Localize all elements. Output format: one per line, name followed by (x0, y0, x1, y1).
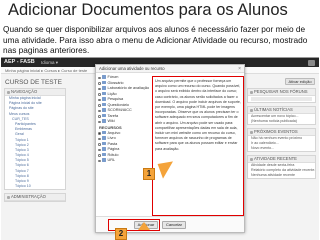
radio-icon[interactable] (98, 143, 101, 146)
radio-icon[interactable] (98, 154, 101, 157)
radio-icon[interactable] (98, 82, 101, 85)
activity-option-label: Laboratório de avaliação (107, 86, 150, 90)
right-block: PRÓXIMOS EVENTOS Não há nenhum evento pró… (247, 128, 316, 152)
module-icon (102, 75, 106, 79)
radio-icon[interactable] (98, 87, 101, 90)
activity-option-label: Rótulo (107, 152, 119, 157)
activity-option-label: Wiki (107, 119, 115, 123)
activity-description: Um arquivo permite que o professor forne… (152, 76, 244, 216)
navigation-block-title[interactable]: NAVEGAÇÃO (5, 89, 65, 96)
right-block-line[interactable]: (Nenhuma notícia publicada) (248, 119, 315, 124)
activity-option[interactable]: URL (98, 158, 150, 164)
activity-options: Fórum Glossário Laboratório de avaliação Li… (98, 75, 150, 164)
right-block-title[interactable]: PRÓXIMOS EVENTOS (248, 129, 315, 136)
edit-mode-button[interactable]: Ativar edição (285, 78, 315, 85)
activity-option-label: Tarefa (107, 113, 119, 118)
activity-option-label: Questionário (107, 102, 130, 107)
radio-icon[interactable] (98, 115, 101, 118)
radio-icon[interactable] (98, 148, 101, 151)
breadcrumb[interactable]: Minha página inicial ▸ Cursos ▸ Curso de… (5, 68, 87, 73)
module-icon (102, 80, 106, 84)
activity-option-label: Pesquisa (107, 97, 124, 101)
navigation-item[interactable]: Tópico 10 (5, 184, 65, 189)
administration-block: ADMINISTRAÇÃO (4, 193, 66, 203)
right-block: PESQUISAR NOS FÓRUNS (247, 88, 316, 103)
radio-icon[interactable] (98, 109, 101, 112)
moodle-screenshot: AEP - FASB Idioma ▾ Minha página inicial… (1, 57, 319, 240)
activity-option-label: Pasta (107, 141, 118, 146)
radio-icon[interactable] (98, 104, 101, 107)
right-block-title[interactable]: PESQUISAR NOS FÓRUNS (248, 89, 315, 96)
right-block-title[interactable]: ÚLTIMAS NOTÍCIAS (248, 107, 315, 114)
right-sidebar: PESQUISAR NOS FÓRUNS ÚLTIMAS NOTÍCIAS Acre… (247, 88, 316, 182)
administration-block-title[interactable]: ADMINISTRAÇÃO (5, 194, 65, 202)
language-menu[interactable]: Idioma ▾ (41, 60, 58, 66)
arrow-pointer-2 (138, 222, 150, 230)
slide-title: Adicionar Documentos para os Alunos (8, 1, 288, 19)
radio-icon[interactable] (98, 159, 101, 162)
right-block-line[interactable]: Nenhuma atividade recente (248, 173, 315, 178)
module-icon (102, 86, 106, 90)
module-icon (102, 91, 106, 95)
radio-icon[interactable] (98, 132, 101, 135)
activity-option-label: Página (107, 147, 120, 151)
activity-option-label: SCORM/AICC (107, 108, 132, 112)
slide-text: Quando se quer disponibilizar arquivos a… (3, 24, 308, 56)
radio-icon[interactable] (98, 120, 101, 123)
right-block-line[interactable]: Novo evento... (248, 146, 315, 151)
step-marker-1: 1 (143, 168, 155, 180)
module-icon (102, 108, 106, 112)
user-avatar[interactable] (308, 59, 315, 66)
module-icon (102, 113, 106, 117)
cancel-button[interactable]: Cancelar (162, 221, 186, 229)
left-sidebar: NAVEGAÇÃO Minha página inicial Página ini… (4, 88, 66, 238)
radio-icon[interactable] (98, 76, 101, 79)
activity-option[interactable]: Wiki (98, 119, 150, 125)
site-brand[interactable]: AEP - FASB (4, 59, 35, 65)
radio-icon[interactable] (98, 93, 101, 96)
module-icon (102, 152, 106, 156)
module-icon (102, 141, 106, 145)
activity-option-label: Livro (107, 136, 116, 140)
search-input[interactable] (251, 97, 312, 101)
dialog-title: Adicionar uma atividade ou recurso (96, 65, 244, 73)
activity-option-label: URL (107, 158, 116, 162)
module-icon (102, 130, 106, 134)
right-block-title[interactable]: ATIVIDADE RECENTE (248, 156, 315, 163)
module-icon (102, 158, 106, 162)
module-icon (102, 136, 106, 140)
add-activity-dialog: Adicionar uma atividade ou recurso × Fór… (95, 64, 245, 233)
module-icon (102, 119, 106, 123)
activity-option-label: Arquivo (107, 130, 121, 135)
module-icon (102, 147, 106, 151)
right-block: ÚLTIMAS NOTÍCIAS Acrescentar um novo tópi… (247, 106, 316, 125)
course-title: CURSO DE TESTE (5, 79, 62, 86)
right-block: ATIVIDADE RECENTE Atividade desde sexta-f… (247, 155, 316, 179)
navigation-block: NAVEGAÇÃO Minha página inicial Página ini… (4, 88, 66, 191)
activity-option-label: Lição (107, 91, 117, 96)
navigation-tree: Minha página inicial Página inicial do si… (5, 96, 65, 189)
close-icon[interactable]: × (238, 66, 241, 72)
radio-icon[interactable] (98, 137, 101, 140)
module-icon (102, 102, 106, 106)
step-marker-2: 2 (115, 228, 127, 240)
activity-option-label: Fórum (107, 75, 119, 79)
activity-option-label: Glossário (107, 80, 124, 85)
module-icon (102, 97, 106, 101)
radio-icon[interactable] (98, 98, 101, 101)
